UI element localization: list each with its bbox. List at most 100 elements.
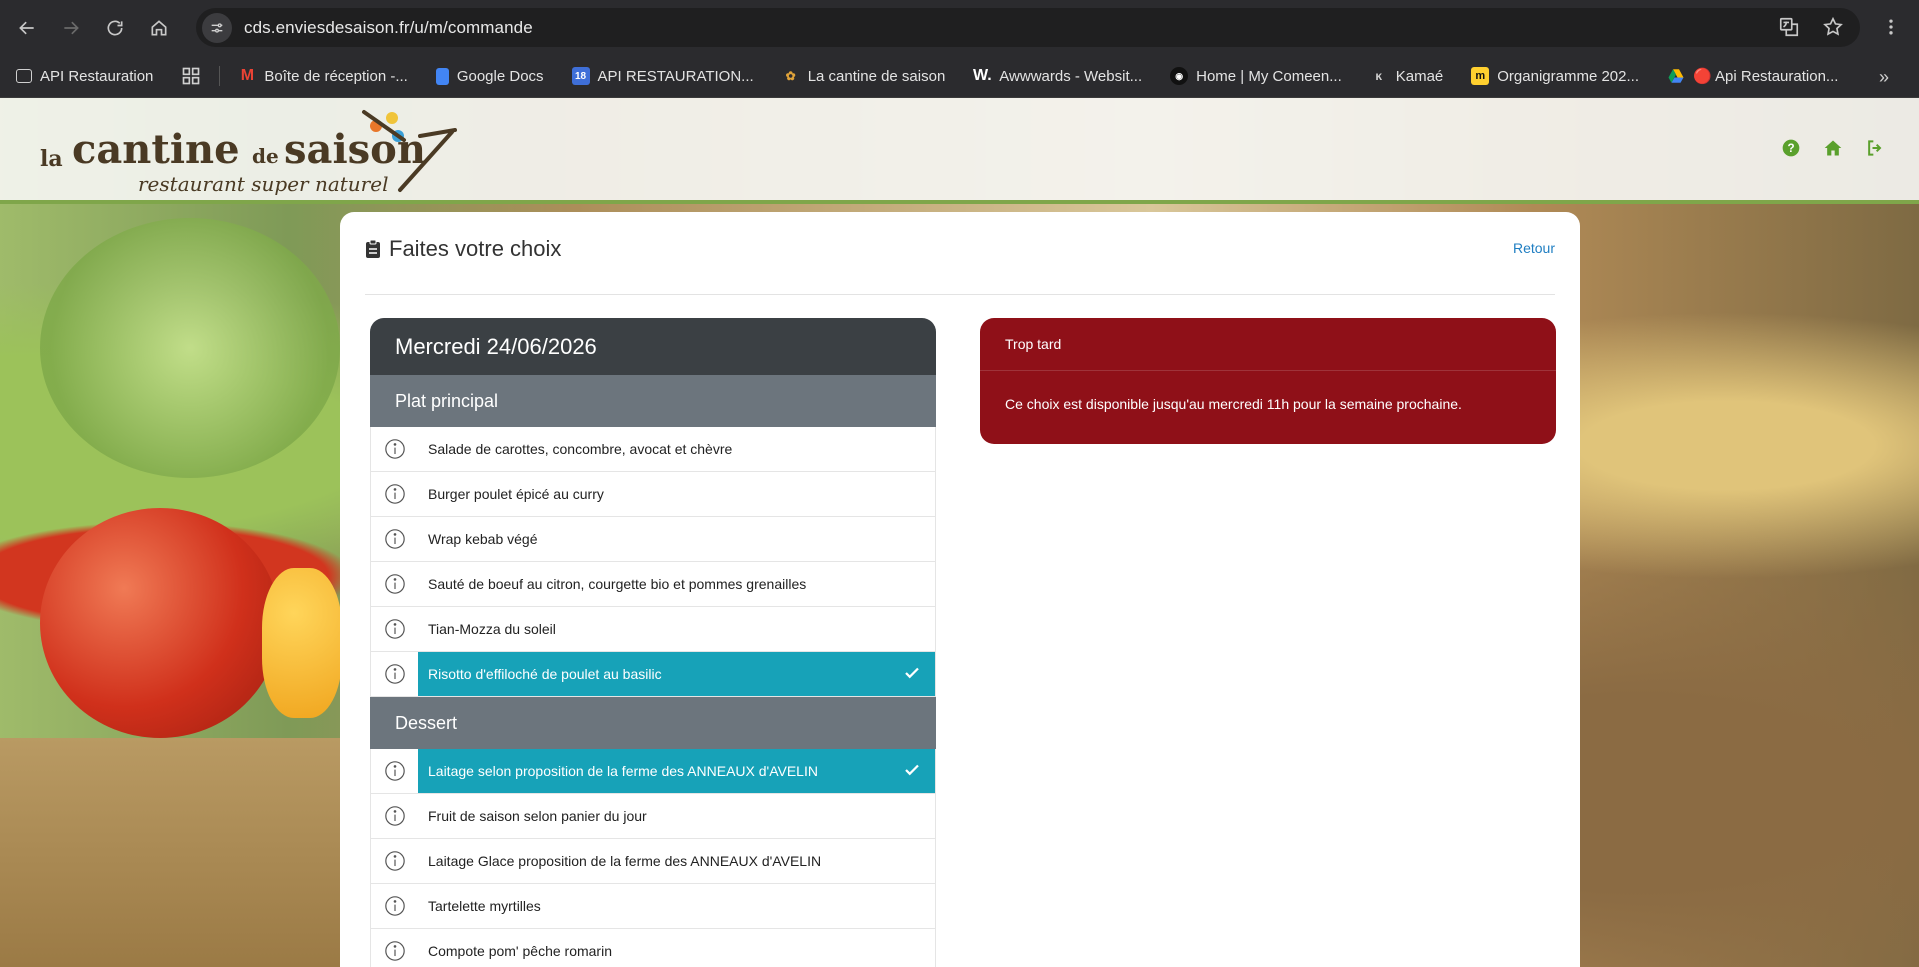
site-header: la cantine de saison restaurant super na…: [0, 98, 1919, 204]
home-icon[interactable]: [1823, 138, 1843, 163]
logo-text: de: [252, 144, 279, 168]
back-icon[interactable]: [10, 11, 44, 45]
logout-icon[interactable]: [1865, 138, 1885, 163]
menu-item[interactable]: Burger poulet épicé au curry: [370, 472, 936, 517]
docs-icon: [435, 67, 449, 85]
too-late-alert: Trop tard Ce choix est disponible jusqu'…: [980, 318, 1556, 444]
bookmark-item[interactable]: 18 API RESTAURATION...: [571, 67, 754, 85]
menu-item-button[interactable]: Compote pom' pêche romarin: [418, 929, 935, 967]
apps-grid-icon[interactable]: [181, 66, 201, 86]
logo-tagline: restaurant super naturel: [138, 172, 389, 196]
bookmark-item[interactable]: ✿ La cantine de saison: [782, 67, 946, 85]
info-icon[interactable]: [371, 839, 418, 883]
menu-item-label: Wrap kebab végé: [428, 531, 538, 547]
background-lettuce: [40, 218, 340, 478]
background-tomato: [40, 508, 280, 738]
menu-item[interactable]: Sauté de boeuf au citron, courgette bio …: [370, 562, 936, 607]
menu-item-button[interactable]: Risotto d'effiloché de poulet au basilic: [418, 652, 935, 696]
bookmark-label: Organigramme 202...: [1497, 67, 1639, 85]
menu-item[interactable]: Risotto d'effiloché de poulet au basilic: [370, 652, 936, 697]
clipboard-icon: [366, 239, 380, 258]
info-icon[interactable]: [371, 652, 418, 696]
section-header: Plat principal: [370, 375, 936, 427]
menu-item[interactable]: Compote pom' pêche romarin: [370, 929, 936, 967]
info-icon[interactable]: [371, 884, 418, 928]
bookmark-label: La cantine de saison: [807, 67, 946, 85]
calendar-icon: 18: [571, 67, 590, 85]
info-icon[interactable]: [371, 562, 418, 606]
menu-item[interactable]: Salade de carottes, concombre, avocat et…: [370, 427, 936, 472]
divider: [365, 294, 1555, 295]
menu-item-button[interactable]: Salade de carottes, concombre, avocat et…: [418, 427, 935, 471]
info-icon[interactable]: [371, 607, 418, 651]
background-wood: [0, 738, 340, 967]
menu-item[interactable]: Laitage selon proposition de la ferme de…: [370, 749, 936, 794]
info-icon[interactable]: [371, 517, 418, 561]
bookmarks-bar: API Restauration M Boîte de réception -.…: [0, 55, 1919, 98]
bookmark-label: API Restauration: [40, 67, 154, 85]
fork-icon: [362, 110, 457, 192]
browser-menu-icon[interactable]: [1881, 17, 1901, 42]
address-bar[interactable]: cds.enviesdesaison.fr/u/m/commande: [196, 8, 1860, 47]
help-icon[interactable]: ?: [1781, 138, 1801, 163]
awwwards-icon: W.: [972, 67, 992, 84]
home-icon[interactable]: [142, 11, 176, 45]
bookmark-item[interactable]: ĸ Kamaé: [1370, 67, 1444, 85]
menu-item-button[interactable]: Tian-Mozza du soleil: [418, 607, 935, 651]
logo-text: cantine: [72, 126, 240, 173]
menu-item[interactable]: Tartelette myrtilles: [370, 884, 936, 929]
alert-message: Ce choix est disponible jusqu'au mercred…: [1005, 396, 1462, 412]
bookmark-item[interactable]: W. Awwwards - Websit...: [973, 67, 1142, 85]
site-settings-icon[interactable]: [202, 12, 232, 43]
svg-text:?: ?: [1787, 142, 1794, 155]
check-icon: [903, 664, 921, 685]
menu-item-label: Compote pom' pêche romarin: [428, 943, 612, 959]
url-text[interactable]: cds.enviesdesaison.fr/u/m/commande: [244, 18, 533, 38]
info-icon[interactable]: [371, 472, 418, 516]
menu-item-button[interactable]: Laitage selon proposition de la ferme de…: [418, 749, 935, 793]
back-link[interactable]: Retour: [1513, 240, 1555, 256]
menu-item[interactable]: Wrap kebab végé: [370, 517, 936, 562]
bookmark-item[interactable]: Google Docs: [435, 67, 544, 85]
kamae-icon: ĸ: [1375, 69, 1383, 83]
bookmark-item[interactable]: API Restauration: [16, 68, 153, 85]
menu-item-label: Laitage Glace proposition de la ferme de…: [428, 853, 822, 869]
bookmark-label: Google Docs: [456, 67, 544, 85]
order-card: Faites votre choix Retour Mercredi 24/06…: [340, 212, 1580, 967]
folder-link-icon: [16, 69, 32, 83]
forward-icon[interactable]: [54, 11, 88, 45]
menu-item-button[interactable]: Fruit de saison selon panier du jour: [418, 794, 935, 838]
comeen-icon: ◉: [1170, 67, 1189, 85]
bookmark-label: Kamaé: [1395, 67, 1444, 85]
bookmark-label: 🔴 Api Restauration...: [1693, 68, 1839, 85]
menu-item-button[interactable]: Burger poulet épicé au curry: [418, 472, 935, 516]
translate-icon[interactable]: [1778, 16, 1800, 43]
menu-item-button[interactable]: Laitage Glace proposition de la ferme de…: [418, 839, 935, 883]
day-header: Mercredi 24/06/2026: [370, 318, 936, 375]
site-logo[interactable]: la cantine de saison restaurant super na…: [30, 98, 470, 202]
web-page: la cantine de saison restaurant super na…: [0, 98, 1919, 967]
bookmark-item[interactable]: 🔴 Api Restauration...: [1667, 67, 1838, 85]
bookmark-item[interactable]: ◉ Home | My Comeen...: [1170, 67, 1342, 85]
info-icon[interactable]: [371, 929, 418, 967]
menu-item[interactable]: Tian-Mozza du soleil: [370, 607, 936, 652]
bookmark-item[interactable]: m Organigramme 202...: [1471, 67, 1639, 85]
info-icon[interactable]: [371, 794, 418, 838]
bookmark-star-icon[interactable]: [1822, 16, 1844, 43]
alert-title: Trop tard: [1005, 336, 1062, 352]
bookmark-separator: [219, 66, 221, 86]
info-icon[interactable]: [371, 749, 418, 793]
menu-item-button[interactable]: Tartelette myrtilles: [418, 884, 935, 928]
menu-item[interactable]: Fruit de saison selon panier du jour: [370, 794, 936, 839]
bookmark-item[interactable]: M Boîte de réception -...: [238, 67, 408, 85]
menu-item-label: Tartelette myrtilles: [428, 898, 541, 914]
bookmarks-overflow-icon[interactable]: »: [1879, 67, 1889, 88]
menu-item-button[interactable]: Sauté de boeuf au citron, courgette bio …: [418, 562, 935, 606]
menu-item-button[interactable]: Wrap kebab végé: [418, 517, 935, 561]
miro-icon: m: [1471, 67, 1490, 85]
menu-item[interactable]: Laitage Glace proposition de la ferme de…: [370, 839, 936, 884]
menu-item-label: Risotto d'effiloché de poulet au basilic: [428, 666, 662, 682]
info-icon[interactable]: [371, 427, 418, 471]
menu-item-label: Burger poulet épicé au curry: [428, 486, 604, 502]
reload-icon[interactable]: [98, 11, 132, 45]
